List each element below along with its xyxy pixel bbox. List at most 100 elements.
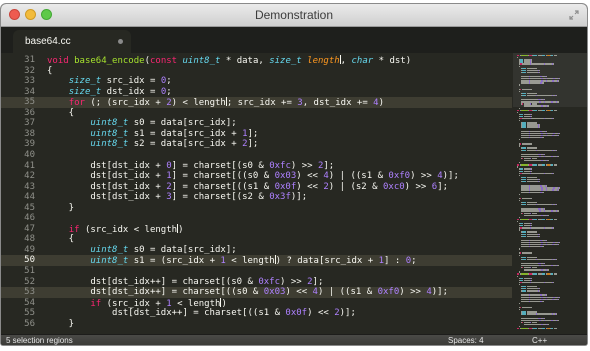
- minimap-line: [536, 63, 544, 65]
- code-line[interactable]: uint8_t s1 = (src_idx + 1 < length) ? da…: [47, 255, 417, 266]
- code-line[interactable]: void base64_encode(const uint8_t * data,…: [47, 55, 411, 66]
- minimap-line: [522, 204, 527, 206]
- code-line[interactable]: {: [47, 66, 52, 76]
- code-line[interactable]: }: [47, 319, 74, 329]
- indentation-setting[interactable]: Spaces: 4: [448, 335, 484, 345]
- code-line[interactable]: dst[dst_idx + 3] = charset[(s2 & 0x3f)];: [47, 192, 307, 202]
- code-line[interactable]: size_t src_idx = 0;: [47, 76, 172, 86]
- tab-bar: base64.cc: [1, 27, 587, 53]
- line-number: 34: [24, 86, 35, 97]
- minimap-line: [541, 258, 552, 261]
- app-window: Demonstration base64.cc 31 32 33 34 35 36 37 38…: [1, 4, 587, 345]
- code-line[interactable]: if (src_idx < length): [47, 223, 184, 235]
- minimap-line: [522, 235, 527, 237]
- line-number: 43: [24, 181, 35, 192]
- line-number: 44: [24, 192, 35, 203]
- minimap-line: [547, 323, 549, 326]
- minimap-line: [538, 290, 540, 292]
- minimap-line: [556, 155, 559, 158]
- minimap-line: [531, 307, 533, 309]
- line-number: 52: [24, 276, 35, 287]
- code-token: ];: [437, 181, 449, 192]
- code-line[interactable]: {: [47, 108, 74, 118]
- minimap-line: [554, 109, 558, 111]
- code-token: s0 = data[src_idx];: [128, 118, 237, 129]
- minimap-line: [521, 82, 530, 84]
- code-token: for: [68, 98, 85, 109]
- minimap-line: [536, 281, 544, 284]
- code-line[interactable]: for (; (src_idx + 2) < length; src_idx +…: [47, 97, 384, 108]
- minimap-line: [531, 197, 533, 200]
- minimap-line: [538, 126, 540, 128]
- code-line[interactable]: dst[dst_idx++] = charset[((s0 & 0x03) <<…: [47, 287, 448, 297]
- minimap-line: [533, 218, 538, 221]
- code-token: ,: [340, 56, 352, 66]
- line-number: 31: [24, 55, 35, 65]
- minimap-line: [542, 273, 546, 275]
- minimap-line: [519, 283, 521, 286]
- code-token: uint8_t: [90, 244, 129, 255]
- minimap-line: [544, 118, 552, 120]
- minimap-line: [519, 174, 521, 177]
- code-line[interactable]: size_t dst_idx = 0;: [47, 87, 172, 97]
- minimap-line: [554, 328, 558, 330]
- minimap-line: [519, 302, 521, 305]
- code-token: )];: [431, 287, 449, 298]
- code-line[interactable]: dst[dst_idx++] = charset[((s1 & 0x0f) <<…: [47, 308, 356, 318]
- code-line[interactable]: dst[dst_idx++] = charset[(s0 & 0xfc) >> …: [47, 277, 323, 287]
- code-token: 0x3f: [269, 192, 291, 203]
- code-line[interactable]: {: [47, 234, 74, 244]
- minimap-line: [554, 218, 558, 221]
- minimap-line: [521, 143, 532, 145]
- line-number: 35: [24, 97, 35, 108]
- minimap-line: [541, 149, 552, 151]
- minimap-line: [547, 160, 549, 162]
- minimap-line: [530, 300, 540, 303]
- minimap-line: [522, 258, 527, 261]
- code-line[interactable]: uint8_t s2 = data[src_idx + 2];: [47, 139, 258, 149]
- code-line[interactable]: dst[dst_idx + 1] = charset[((s0 & 0x03) …: [47, 171, 459, 181]
- code-token: (src_idx < length: [79, 224, 178, 235]
- code-line[interactable]: uint8_t s0 = data[src_idx];: [47, 118, 237, 129]
- code-line[interactable]: dst[dst_idx + 2] = charset[((s1 & 0x0f) …: [47, 182, 448, 192]
- code-line[interactable]: uint8_t s0 = data[src_idx];: [47, 244, 236, 255]
- code-line[interactable]: dst[dst_idx + 0] = charset[(s0 & 0xfc) >…: [47, 161, 334, 171]
- minimap[interactable]: [513, 53, 587, 334]
- code-token: size_t: [68, 86, 102, 97]
- minimap-line: [552, 118, 554, 120]
- code-token: ) <<: [296, 181, 324, 192]
- code-token: ] = charset[((s1 &: [171, 181, 275, 192]
- code-line[interactable]: }: [47, 203, 74, 213]
- minimap-line: [519, 309, 521, 311]
- fullscreen-icon[interactable]: [569, 10, 579, 20]
- tab-base64[interactable]: base64.cc: [13, 30, 131, 53]
- tab-close-dot-icon[interactable]: [118, 39, 123, 44]
- code-token: ) >>: [290, 160, 318, 171]
- minimap-line: [523, 269, 542, 271]
- syntax-mode[interactable]: C++: [532, 335, 547, 345]
- code-token: uint8_t: [90, 256, 129, 267]
- code-line[interactable]: if (src_idx + 1 < length): [47, 297, 227, 309]
- minimap-line: [542, 300, 544, 303]
- editor-area[interactable]: 31 32 33 34 35 36 37 38 39 40 41 42 43 44 45 46 47 48 49 50…: [1, 53, 587, 334]
- minimap-line: [517, 275, 518, 277]
- minimap-line: [552, 281, 554, 284]
- code-token: src_idx =: [101, 76, 161, 87]
- code-line[interactable]: uint8_t s1 = data[src_idx + 1];: [47, 129, 258, 139]
- code-view[interactable]: void base64_encode(const uint8_t * data,…: [42, 53, 512, 334]
- code-token: 0x03: [263, 287, 286, 298]
- minimap-line: [526, 181, 538, 183]
- minimap-line: [519, 84, 521, 86]
- minimap-line: [557, 189, 560, 191]
- minimap-line: [552, 63, 554, 65]
- minimap-line: [542, 191, 544, 193]
- minimap-line: [530, 191, 540, 193]
- line-number: 48: [24, 234, 35, 245]
- minimap-line: [556, 149, 558, 151]
